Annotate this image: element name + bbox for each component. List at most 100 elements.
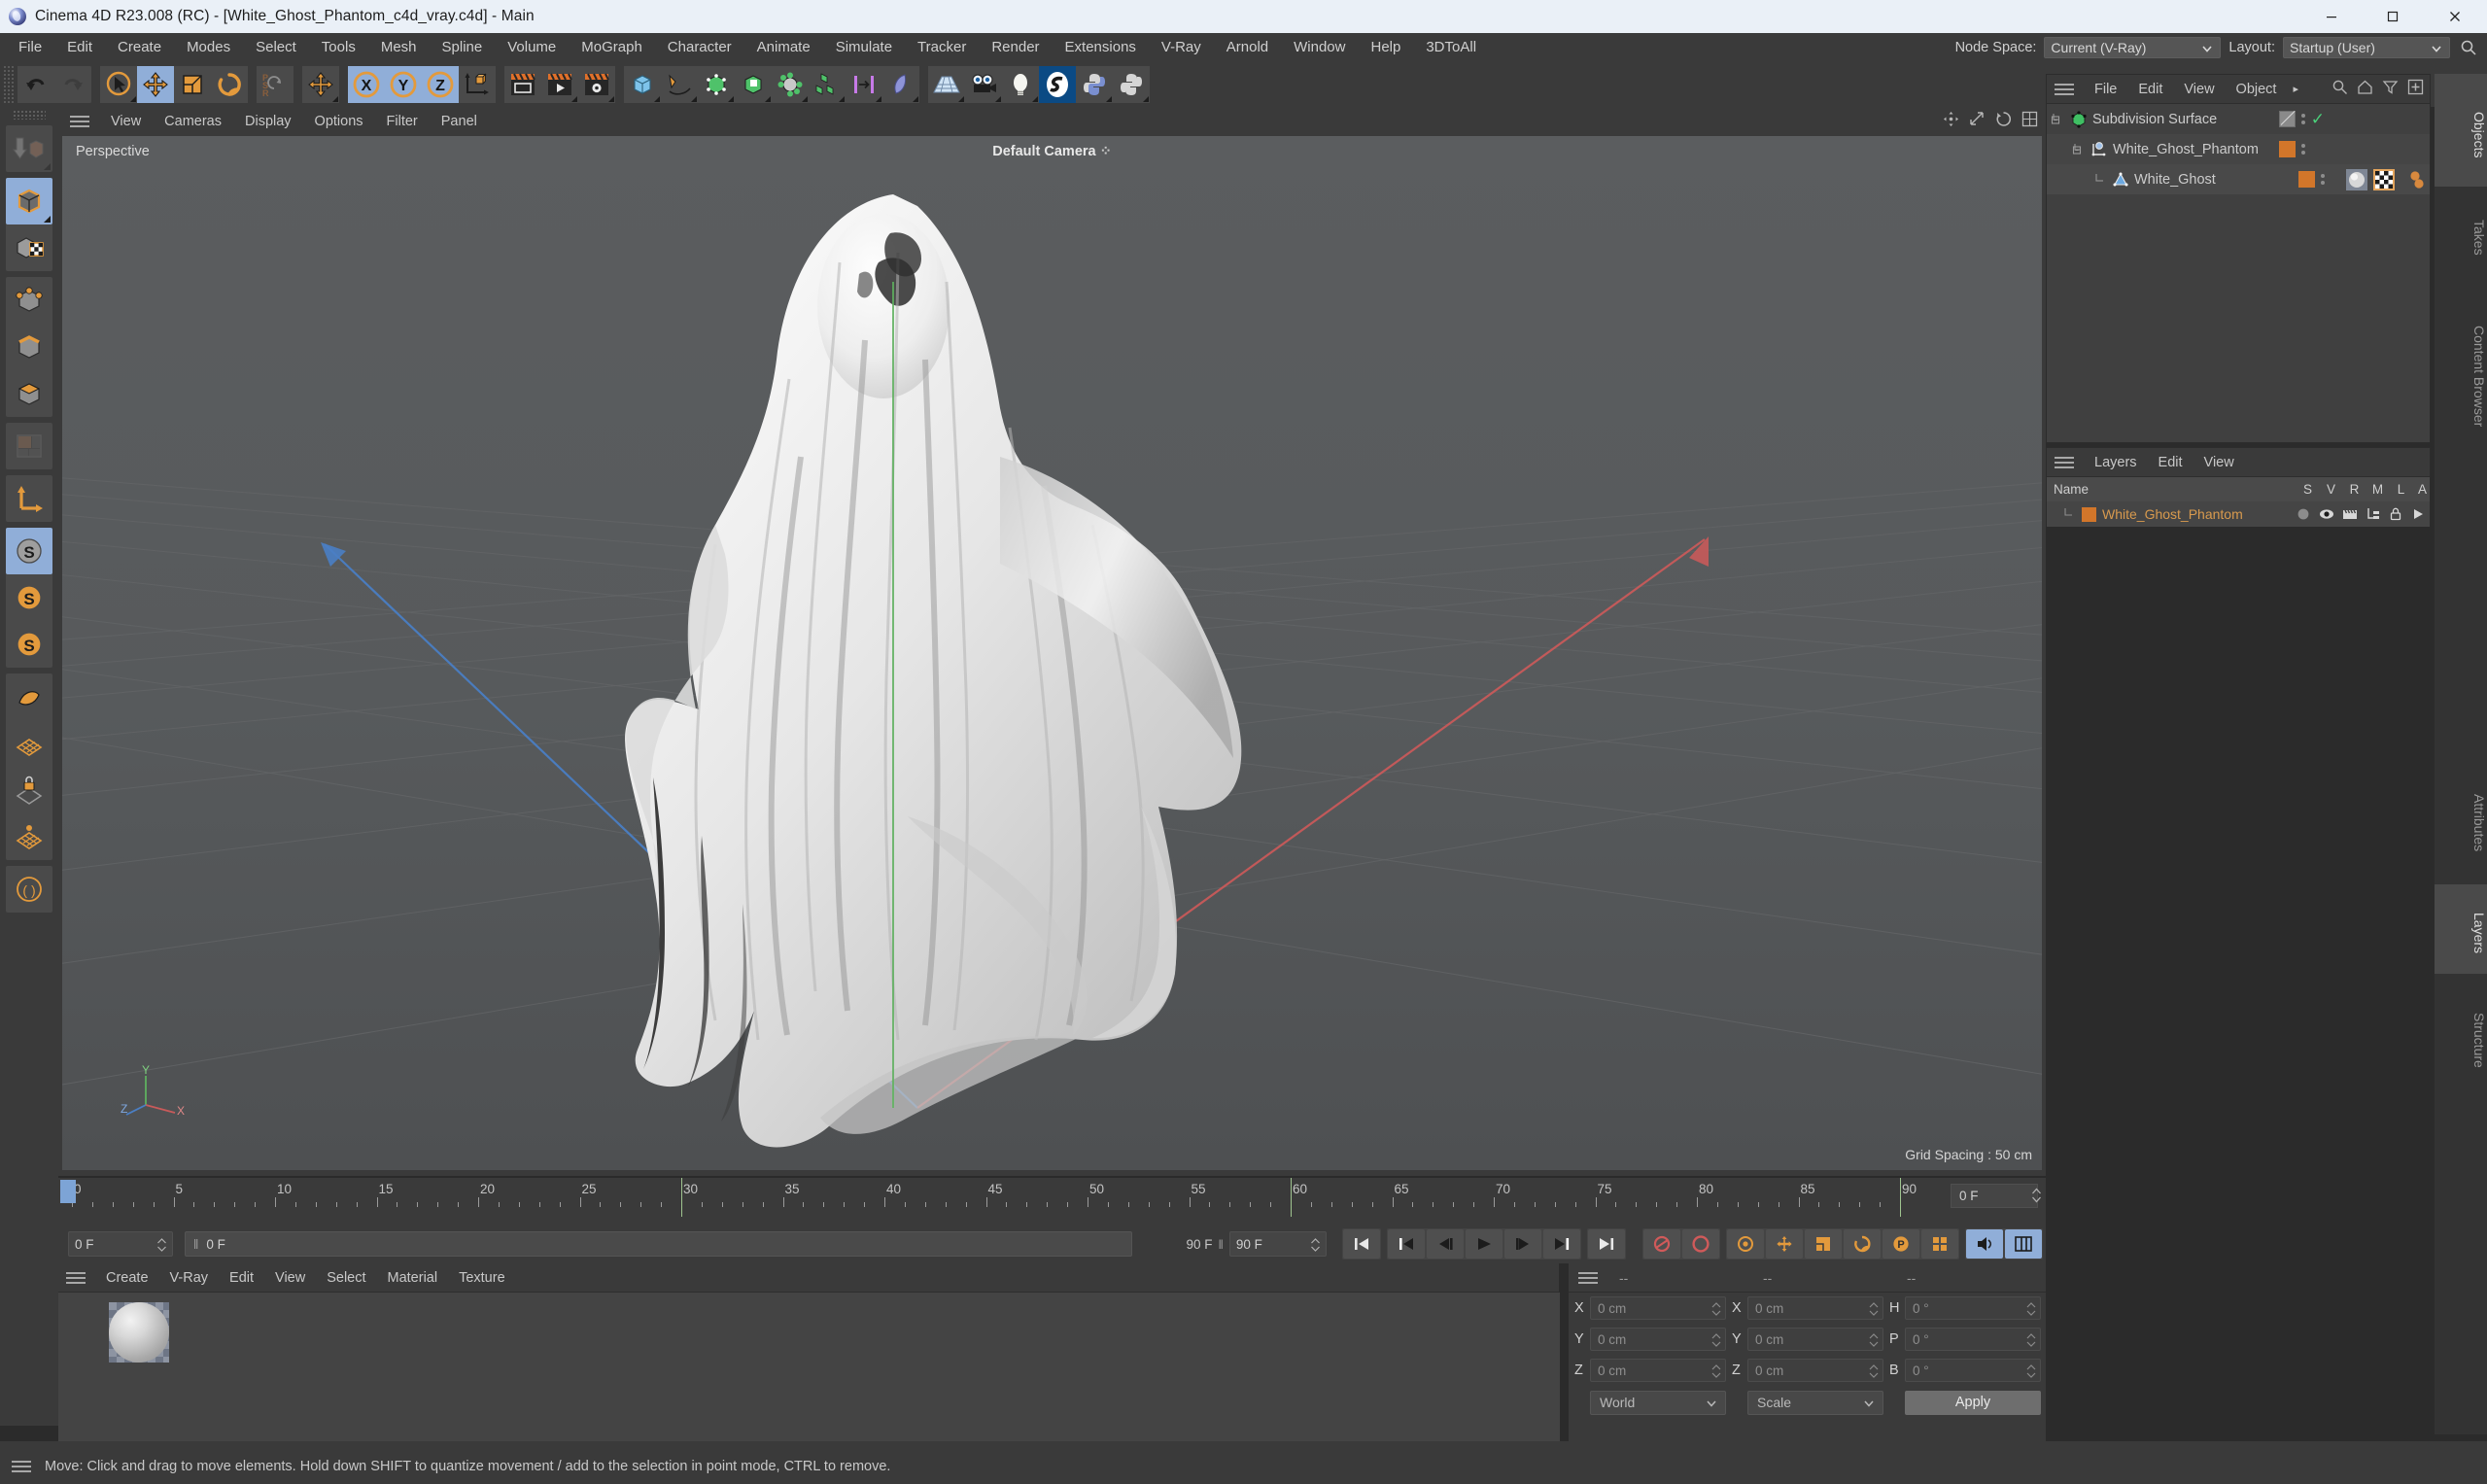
make-editable-button[interactable] (6, 125, 52, 172)
scale-key-button[interactable] (1805, 1229, 1843, 1259)
tab-attributes[interactable]: Attributes (2435, 754, 2487, 882)
material-tag-icon[interactable] (2346, 168, 2367, 190)
workplane-mode-icon[interactable] (6, 813, 52, 860)
spinner-icon[interactable] (1711, 1300, 1721, 1321)
menu-help[interactable]: Help (1358, 33, 1413, 62)
edges-mode-button[interactable] (6, 324, 52, 370)
matman-menu-vray[interactable]: V-Ray (159, 1270, 220, 1286)
preview-range-bar[interactable]: ‖ 0 F (184, 1231, 1133, 1257)
menu-character[interactable]: Character (655, 33, 744, 62)
viewport-menu-cameras[interactable]: Cameras (153, 114, 233, 129)
scale-view-icon[interactable] (1969, 111, 1986, 132)
points-mode-button[interactable] (6, 277, 52, 324)
spinner-icon[interactable] (1869, 1363, 1879, 1383)
timeline-ruler[interactable]: 0 5 10 15 20 25 30 35 40 45 50 55 60 65 70 75 80 85 90 (60, 1178, 1929, 1217)
timeline-end-field[interactable]: 0 F (1951, 1184, 2038, 1208)
timeline-end-spinner-icon[interactable] (2031, 1186, 2042, 1210)
light-bulb-icon[interactable] (1002, 66, 1039, 103)
layer-manager-hamburger-icon[interactable] (2055, 454, 2074, 471)
spinner-icon[interactable] (1711, 1331, 1721, 1352)
object-row-white-ghost[interactable]: White_Ghost (2047, 164, 2430, 194)
enabled-check-icon[interactable]: ✓ (2311, 111, 2325, 127)
move-tool-button[interactable] (137, 66, 174, 103)
minimize-icon[interactable] (2300, 0, 2362, 33)
object-row-white-ghost-phantom[interactable]: White_Ghost_Phantom (2047, 134, 2430, 164)
layer-lock-icon[interactable] (2388, 506, 2403, 525)
spinner-icon[interactable] (156, 1236, 167, 1257)
snap-workplane-button[interactable]: S (6, 621, 52, 668)
effector-icon[interactable] (846, 66, 882, 103)
size-mode-select[interactable]: Scale (1747, 1390, 1883, 1415)
spinner-icon[interactable] (2026, 1331, 2036, 1352)
layers-menu-layers[interactable]: Layers (2084, 455, 2148, 470)
workplane-button[interactable] (6, 673, 52, 720)
rotation-h-field[interactable]: 0 ° (1905, 1296, 2041, 1320)
close-icon[interactable] (2423, 0, 2487, 33)
search-icon[interactable] (2332, 79, 2348, 100)
python-icon[interactable] (1113, 66, 1150, 103)
keyframe-selection-button[interactable] (1727, 1229, 1765, 1259)
keying-sound-button[interactable] (1966, 1229, 2004, 1259)
add-layer-icon[interactable] (2407, 79, 2424, 100)
material-list[interactable]: White_G (58, 1293, 1560, 1441)
render-to-picture-viewer-button[interactable] (541, 66, 578, 103)
move-view-icon[interactable] (1943, 111, 1959, 132)
tab-layers[interactable]: Layers (2435, 884, 2487, 974)
objman-menu-overflow[interactable]: ▸ (2287, 83, 2304, 95)
visibility-dots-icon[interactable] (2321, 174, 2325, 185)
menu-mesh[interactable]: Mesh (368, 33, 430, 62)
lock-y-axis-button[interactable]: Y (385, 66, 422, 103)
viewport-menu-hamburger-icon[interactable] (70, 113, 89, 130)
viewport-menu-options[interactable]: Options (303, 114, 375, 129)
size-y-field[interactable]: 0 cm (1747, 1328, 1883, 1351)
scale-tool-button[interactable] (174, 66, 211, 103)
go-to-end-button[interactable] (1588, 1229, 1626, 1259)
rotation-b-field[interactable]: 0 ° (1905, 1359, 2041, 1382)
vray-tag-icon[interactable] (2401, 169, 2424, 190)
material-manager-hamburger-icon[interactable] (66, 1269, 86, 1287)
objman-menu-object[interactable]: Object (2226, 82, 2288, 97)
range-end-field[interactable]: 90 F (1228, 1231, 1328, 1257)
field-icon[interactable] (882, 66, 919, 103)
menu-vray[interactable]: V-Ray (1149, 33, 1214, 62)
pla-key-button[interactable]: P (1883, 1229, 1920, 1259)
layer-row[interactable]: White_Ghost_Phantom (2047, 501, 2430, 527)
size-x-field[interactable]: 0 cm (1747, 1296, 1883, 1320)
undo-button[interactable] (17, 66, 54, 103)
lock-workplane-icon[interactable] (6, 767, 52, 813)
viewport-menu-filter[interactable]: Filter (375, 114, 430, 129)
redo-button[interactable] (54, 66, 91, 103)
lock-z-axis-button[interactable]: Z (422, 66, 459, 103)
menu-window[interactable]: Window (1281, 33, 1358, 62)
play-button[interactable] (1466, 1229, 1503, 1259)
spinner-icon[interactable] (1711, 1363, 1721, 1383)
psr-reset-button[interactable]: P S R (257, 66, 294, 103)
position-key-button[interactable] (1766, 1229, 1804, 1259)
deformer-icon[interactable] (772, 66, 809, 103)
material-item[interactable]: White_G (109, 1302, 169, 1384)
maximize-icon[interactable] (2362, 0, 2423, 33)
autokey-button[interactable] (1682, 1229, 1720, 1259)
spinner-icon[interactable] (1869, 1331, 1879, 1352)
mograph-cloner-icon[interactable] (809, 66, 846, 103)
cube-primitive-icon[interactable] (624, 66, 661, 103)
perspective-viewport[interactable]: Perspective Default Camera ⁘ Grid Spacin… (62, 136, 2042, 1170)
matman-menu-edit[interactable]: Edit (219, 1270, 264, 1286)
menu-select[interactable]: Select (243, 33, 309, 62)
tree-expand-toggle[interactable] (2072, 143, 2090, 156)
coordinates-hamburger-icon[interactable] (1578, 1269, 1598, 1287)
render-settings-button[interactable] (578, 66, 615, 103)
uv-tag-icon[interactable] (2373, 168, 2395, 190)
model-mode-button[interactable] (6, 178, 52, 224)
python-icon[interactable] (1076, 66, 1113, 103)
array-icon[interactable] (735, 66, 772, 103)
viewport-menu-view[interactable]: View (99, 114, 153, 129)
filter-icon[interactable] (2382, 79, 2399, 100)
tab-objects[interactable]: Objects (2435, 74, 2487, 187)
objman-menu-view[interactable]: View (2173, 82, 2225, 97)
menu-mograph[interactable]: MoGraph (569, 33, 655, 62)
camera-icon[interactable] (965, 66, 1002, 103)
spinner-icon[interactable] (1310, 1236, 1321, 1257)
left-toolbar-grip[interactable] (13, 110, 46, 120)
go-to-next-key-button[interactable] (1543, 1229, 1581, 1259)
